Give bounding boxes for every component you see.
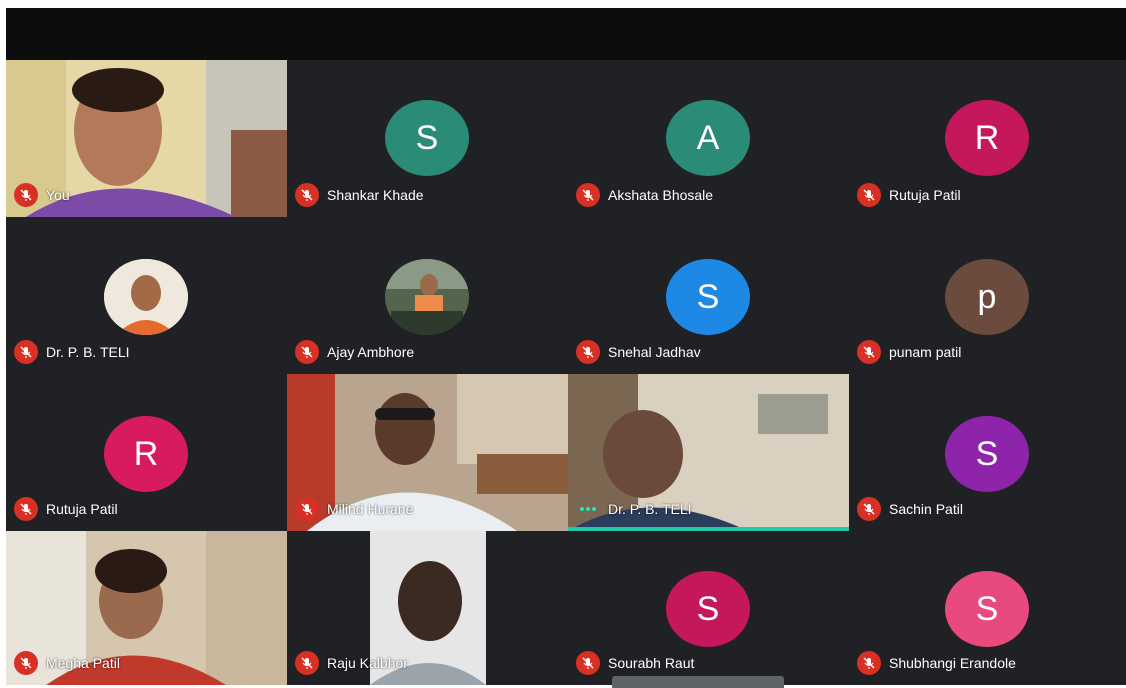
participant-label: Akshata Bhosale [576,183,713,207]
participant-grid: You S Shankar Khade A Akshata Bhosale R … [6,60,1126,685]
participant-name: Shankar Khade [327,187,424,203]
participant-avatar: S [945,571,1029,647]
participant-label: Sachin Patil [857,497,963,521]
participant-tile-ajay-ambhore[interactable]: Ajay Ambhore [287,217,568,374]
mic-off-icon [14,340,38,364]
participant-name: punam patil [889,344,962,360]
participant-avatar-photo [104,259,188,335]
participant-name: Snehal Jadhav [608,344,701,360]
participant-tile-shubhangi-erandole[interactable]: S Shubhangi Erandole [849,531,1126,685]
participant-name: Raju Kalbhor [327,655,408,671]
audio-level-icon [576,497,600,521]
participant-label: Sourabh Raut [576,651,694,675]
ajay-avatar-photo [385,259,469,335]
mic-off-icon [14,497,38,521]
participant-avatar: R [104,416,188,492]
participant-name: Ajay Ambhore [327,344,415,360]
mic-off-icon [14,651,38,675]
participant-avatar: S [666,259,750,335]
participant-tile-dr-pb-teli-avatar[interactable]: Dr. P. B. TELI [6,217,287,374]
mic-off-icon [857,340,881,364]
mic-off-icon [295,651,319,675]
participant-avatar: S [666,571,750,647]
participant-tile-raju-kalbhor[interactable]: Raju Kalbhor [287,531,568,685]
participant-label: Shankar Khade [295,183,424,207]
participant-tile-megha-patil[interactable]: Megha Patil [6,531,287,685]
participant-tile-rutuja-patil-2[interactable]: R Rutuja Patil [6,374,287,531]
participant-avatar: A [666,100,750,176]
participant-tile-shankar-khade[interactable]: S Shankar Khade [287,60,568,217]
window-top-strip [0,0,1126,8]
participant-label: Rutuja Patil [14,497,118,521]
participant-label: Milind Hurane [295,497,413,521]
participant-name: Sachin Patil [889,501,963,517]
participant-avatar: R [945,100,1029,176]
participant-tile-akshata-bhosale[interactable]: A Akshata Bhosale [568,60,849,217]
mic-off-icon [576,340,600,364]
participant-avatar: S [945,416,1029,492]
participant-avatar-photo [385,259,469,335]
participant-label: Ajay Ambhore [295,340,414,364]
mic-off-icon [576,183,600,207]
participant-name: Sourabh Raut [608,655,695,671]
teli-avatar-photo [104,259,188,335]
mic-off-icon [576,651,600,675]
participant-avatar: S [385,100,469,176]
participant-name: Rutuja Patil [889,187,961,203]
participant-label: Rutuja Patil [857,183,961,207]
participant-tile-sourabh-raut[interactable]: S Sourabh Raut [568,531,849,685]
mic-off-icon [295,497,319,521]
participant-name: Megha Patil [46,655,120,671]
participant-tile-milind-hurane[interactable]: Milind Hurane [287,374,568,531]
mic-off-icon [857,183,881,207]
participant-name: You [46,187,70,203]
mic-off-icon [857,651,881,675]
participant-name: Akshata Bhosale [608,187,714,203]
participant-tile-dr-pb-teli-video[interactable]: Dr. P. B. TELI [568,374,849,531]
participant-name: Dr. P. B. TELI [46,344,130,360]
participant-label: Dr. P. B. TELI [14,340,130,364]
participant-name: Dr. P. B. TELI [608,501,692,517]
mic-off-icon [295,183,319,207]
participant-name: Rutuja Patil [46,501,118,517]
participant-label: Dr. P. B. TELI [576,497,692,521]
participant-name: Shubhangi Erandole [889,655,1016,671]
participant-label: Raju Kalbhor [295,651,408,675]
meeting-top-bar [6,8,1126,60]
participant-label: You [14,183,70,207]
participant-label: Shubhangi Erandole [857,651,1016,675]
participant-tile-you[interactable]: You [6,60,287,217]
mic-off-icon [14,183,38,207]
tooltip-partial [612,676,784,688]
participant-label: Megha Patil [14,651,120,675]
participant-tile-punam-patil[interactable]: p punam patil [849,217,1126,374]
mic-off-icon [857,497,881,521]
participant-tile-rutuja-patil-1[interactable]: R Rutuja Patil [849,60,1126,217]
participant-tile-sachin-patil[interactable]: S Sachin Patil [849,374,1126,531]
participant-name: Milind Hurane [327,501,414,517]
participant-avatar: p [945,259,1029,335]
mic-off-icon [295,340,319,364]
participant-label: punam patil [857,340,961,364]
participant-tile-snehal-jadhav[interactable]: S Snehal Jadhav [568,217,849,374]
participant-label: Snehal Jadhav [576,340,701,364]
